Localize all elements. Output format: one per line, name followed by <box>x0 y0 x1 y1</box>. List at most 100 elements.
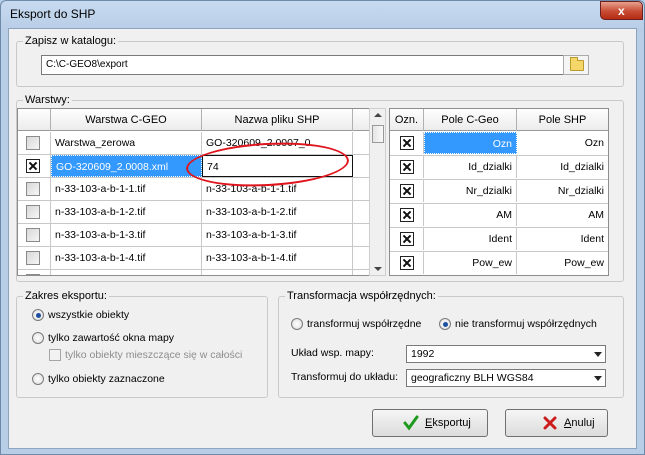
scope-all-radio[interactable] <box>32 309 44 321</box>
scroll-up-icon[interactable] <box>374 113 382 117</box>
scope-all-label[interactable]: wszystkie obiekty <box>48 309 129 321</box>
scope-window-label[interactable]: tylko zawartość okna mapy <box>48 332 174 344</box>
layer-name-cell[interactable]: GO-320609_2.0008.xml <box>51 155 202 177</box>
map-system-select[interactable]: 1992 <box>406 345 606 363</box>
cgeo-field-cell[interactable]: Id_dzialki <box>424 156 517 178</box>
cgeo-field-cell[interactable]: Ident <box>424 228 517 250</box>
field-row[interactable]: Ozn Ozn <box>390 132 608 156</box>
layer-checkbox[interactable] <box>26 182 40 196</box>
cgeo-field-cell[interactable]: Pow_ew <box>424 252 517 274</box>
layer-row[interactable]: GO-320609_2.0008.xml 74 <box>18 155 369 178</box>
shp-field-cell[interactable]: Id_dzialki <box>517 156 608 178</box>
layer-row[interactable]: n-33-103-a-b-1-2.tif n-33-103-a-b-1-2.tif <box>18 201 369 224</box>
close-button[interactable]: x <box>600 1 643 20</box>
shp-file-name-cell[interactable]: n-33-103-a-b-1-2.tif <box>202 201 353 223</box>
shp-file-name-cell[interactable]: n-33-103-a-b-1-3.tif <box>202 224 353 246</box>
cancel-button[interactable]: Anuluj <box>505 409 608 437</box>
window-title: Eksport do SHP <box>10 7 96 21</box>
header-check-column <box>18 109 51 131</box>
layers-scrollbar[interactable] <box>369 108 386 276</box>
scroll-thumb[interactable] <box>372 125 384 143</box>
field-row[interactable]: Nr_dzialki Nr_dzialki <box>390 180 608 204</box>
layer-check-cell <box>18 247 51 269</box>
layer-checkbox[interactable] <box>26 274 40 275</box>
shp-field-cell[interactable]: Nr_dzialki <box>517 180 608 202</box>
scope-fully-label: tylko obiekty mieszczące się w całości <box>65 349 243 361</box>
map-system-value: 1992 <box>411 348 435 360</box>
title-bar[interactable]: Eksport do SHP x <box>1 1 644 27</box>
transform-do-radio[interactable] <box>291 318 303 330</box>
layer-checkbox[interactable] <box>26 159 40 173</box>
layer-name-cell[interactable]: n-33-103-a-b-1-1.tif <box>51 178 202 200</box>
field-checkbox[interactable] <box>400 184 414 198</box>
shp-field-cell[interactable]: AM <box>517 204 608 226</box>
shp-file-name-cell[interactable]: N-33-103-a-b-2-1.tif <box>202 270 353 275</box>
cgeo-field-cell[interactable]: Ozn <box>424 132 517 154</box>
layer-row[interactable]: Warstwa_zerowa GO-320609_2.0007_0 <box>18 132 369 155</box>
layer-checkbox[interactable] <box>26 251 40 265</box>
layer-name-cell[interactable]: n-33-103-a-b-1-3.tif <box>51 224 202 246</box>
field-checkbox[interactable] <box>400 208 414 222</box>
scope-window-radio[interactable] <box>32 332 44 344</box>
target-system-label: Transformuj do układu: <box>291 371 398 383</box>
target-system-select[interactable]: geograficzny BLH WGS84 <box>406 369 606 387</box>
shp-field-cell[interactable]: Ident <box>517 228 608 250</box>
field-check-cell <box>390 228 424 250</box>
layer-check-cell <box>18 270 51 275</box>
shp-file-name-cell[interactable]: 74 <box>202 155 353 177</box>
export-button[interactable]: Eksportuj <box>372 409 488 437</box>
header-cgeo-field[interactable]: Pole C-Geo <box>424 109 517 131</box>
layer-checkbox[interactable] <box>26 205 40 219</box>
field-row[interactable]: Id_dzialki Id_dzialki <box>390 156 608 180</box>
transform-dont-label[interactable]: nie transformuj współrzędnych <box>455 318 597 330</box>
layer-row[interactable]: n-33-103-a-b-1-4.tif n-33-103-a-b-1-4.tif <box>18 247 369 270</box>
field-row[interactable]: AM AM <box>390 204 608 228</box>
field-check-cell <box>390 156 424 178</box>
layer-check-cell <box>18 178 51 200</box>
field-row[interactable]: Pow_ew Pow_ew <box>390 252 608 275</box>
browse-folder-button[interactable] <box>563 55 589 75</box>
field-check-cell <box>390 132 424 154</box>
layer-check-cell <box>18 201 51 223</box>
header-shp-field[interactable]: Pole SHP <box>517 109 608 131</box>
scope-selected-label[interactable]: tylko obiekty zaznaczone <box>48 373 165 385</box>
scope-selected-radio[interactable] <box>32 373 44 385</box>
shp-file-name-cell[interactable]: n-33-103-a-b-1-4.tif <box>202 247 353 269</box>
header-mark[interactable]: Ozn. <box>390 109 424 131</box>
target-system-value: geograficzny BLH WGS84 <box>411 372 534 384</box>
field-row[interactable]: Ident Ident <box>390 228 608 252</box>
transform-dont-radio[interactable] <box>439 318 451 330</box>
cancel-button-label: Anuluj <box>564 417 595 429</box>
chevron-down-icon <box>594 352 602 357</box>
layer-row[interactable]: n-33-103-a-b-1-1.tif n-33-103-a-b-1-1.tif <box>18 178 369 201</box>
layer-name-cell[interactable]: n-33-103-a-b-1-4.tif <box>51 247 202 269</box>
field-checkbox[interactable] <box>400 232 414 246</box>
header-shp-file[interactable]: Nazwa pliku SHP <box>202 109 353 131</box>
field-check-cell <box>390 204 424 226</box>
header-layer[interactable]: Warstwa C-GEO <box>51 109 202 131</box>
directory-path-input[interactable]: C:\C-GEO8\export <box>41 55 576 75</box>
shp-file-name-cell[interactable]: n-33-103-a-b-1-1.tif <box>202 178 353 200</box>
layer-checkbox[interactable] <box>26 228 40 242</box>
layer-name-cell[interactable]: Warstwa_zerowa <box>51 132 202 154</box>
layer-checkbox[interactable] <box>26 136 40 150</box>
fields-table: Ozn. Pole C-Geo Pole SHP Ozn Ozn Id_dzialk… <box>389 108 609 276</box>
layer-row[interactable]: n-33-103-a-b-1-3.tif n-33-103-a-b-1-3.tif <box>18 224 369 247</box>
directory-legend: Zapisz w katalogu: <box>25 35 117 47</box>
scope-legend: Zakres eksportu: <box>25 290 107 302</box>
layer-check-cell <box>18 224 51 246</box>
shp-file-name-cell[interactable]: GO-320609_2.0007_0 <box>202 132 353 154</box>
transform-do-label[interactable]: transformuj współrzędne <box>307 318 421 330</box>
shp-field-cell[interactable]: Ozn <box>517 132 608 154</box>
field-checkbox[interactable] <box>400 256 414 270</box>
scroll-down-icon[interactable] <box>374 267 382 271</box>
cgeo-field-cell[interactable]: Nr_dzialki <box>424 180 517 202</box>
layer-name-cell[interactable]: N-33-103-a-b-2-1.tif <box>51 270 202 275</box>
scope-fully-checkbox[interactable] <box>49 349 61 361</box>
layer-name-cell[interactable]: n-33-103-a-b-1-2.tif <box>51 201 202 223</box>
field-checkbox[interactable] <box>400 136 414 150</box>
cgeo-field-cell[interactable]: AM <box>424 204 517 226</box>
field-checkbox[interactable] <box>400 160 414 174</box>
shp-field-cell[interactable]: Pow_ew <box>517 252 608 274</box>
layer-row[interactable]: N-33-103-a-b-2-1.tifN-33-103-a-b-2-1.tif <box>18 270 369 275</box>
